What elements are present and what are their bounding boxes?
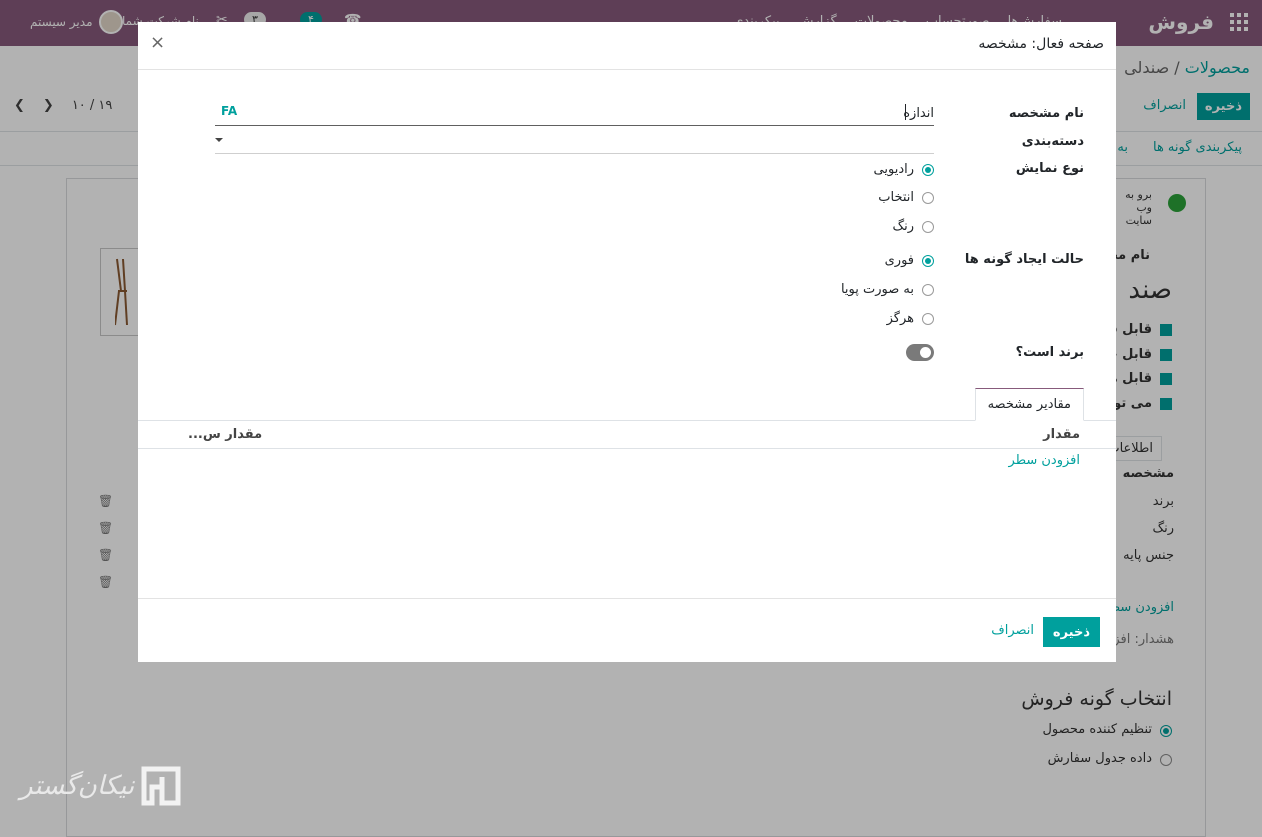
category-label: دسته‌بندی xyxy=(1021,134,1084,149)
radio-label: به صورت پویا xyxy=(840,282,914,297)
radio-selected[interactable] xyxy=(922,254,934,267)
display-option-color[interactable]: رنگ xyxy=(892,219,934,234)
watermark-text: نیکان‌گستر xyxy=(20,771,135,801)
attribute-dialog: صفحه فعال: مشخصه × نام مشخصه اندازه FA د… xyxy=(138,22,1116,662)
values-table-header: مقدار مقدار س... xyxy=(138,421,1116,449)
column-extra[interactable]: مقدار س... xyxy=(188,427,262,442)
language-button[interactable]: FA xyxy=(221,104,237,118)
tab-attribute-values[interactable]: مقادیر مشخصه xyxy=(974,388,1084,421)
category-select[interactable] xyxy=(215,128,934,154)
display-type-label: نوع نمایش xyxy=(1015,161,1084,176)
dialog-discard-button[interactable]: انصراف xyxy=(991,623,1034,638)
radio-label: رادیویی xyxy=(873,162,914,177)
radio[interactable] xyxy=(922,191,934,204)
column-value[interactable]: مقدار xyxy=(1043,427,1080,442)
watermark-logo-icon xyxy=(140,765,182,807)
dialog-save-button[interactable]: ذخیره xyxy=(1042,617,1100,647)
dialog-header: صفحه فعال: مشخصه × xyxy=(138,22,1116,70)
radio[interactable] xyxy=(922,283,934,296)
radio-selected[interactable] xyxy=(922,163,934,176)
create-option-never[interactable]: هرگز xyxy=(887,311,934,326)
add-line-link[interactable]: افزودن سطر xyxy=(1009,453,1080,468)
display-option-select[interactable]: انتخاب xyxy=(878,190,934,205)
create-option-instant[interactable]: فوری xyxy=(885,253,934,268)
watermark: نیکان‌گستر xyxy=(20,765,182,807)
radio[interactable] xyxy=(922,312,934,325)
display-option-radio[interactable]: رادیویی xyxy=(874,162,934,177)
text-cursor xyxy=(905,104,906,120)
dialog-title: صفحه فعال: مشخصه xyxy=(978,36,1104,52)
is-brand-toggle[interactable] xyxy=(906,344,934,361)
radio-label: رنگ xyxy=(892,219,914,234)
radio-label: انتخاب xyxy=(878,190,914,205)
chevron-down-icon[interactable] xyxy=(215,138,223,142)
attribute-name-input[interactable]: اندازه FA xyxy=(215,100,934,126)
create-option-dynamic[interactable]: به صورت پویا xyxy=(841,282,934,297)
dialog-footer: ذخیره انصراف xyxy=(138,598,1116,662)
radio-label: فوری xyxy=(884,253,914,268)
radio-label: هرگز xyxy=(886,311,914,326)
radio[interactable] xyxy=(922,220,934,233)
is-brand-label: برند است؟ xyxy=(1015,345,1084,360)
variant-creation-label: حالت ایجاد گونه ها xyxy=(964,252,1084,267)
attribute-name-label: نام مشخصه xyxy=(1008,106,1084,121)
close-icon[interactable]: × xyxy=(150,32,165,53)
attribute-name-value: اندازه xyxy=(903,106,934,121)
